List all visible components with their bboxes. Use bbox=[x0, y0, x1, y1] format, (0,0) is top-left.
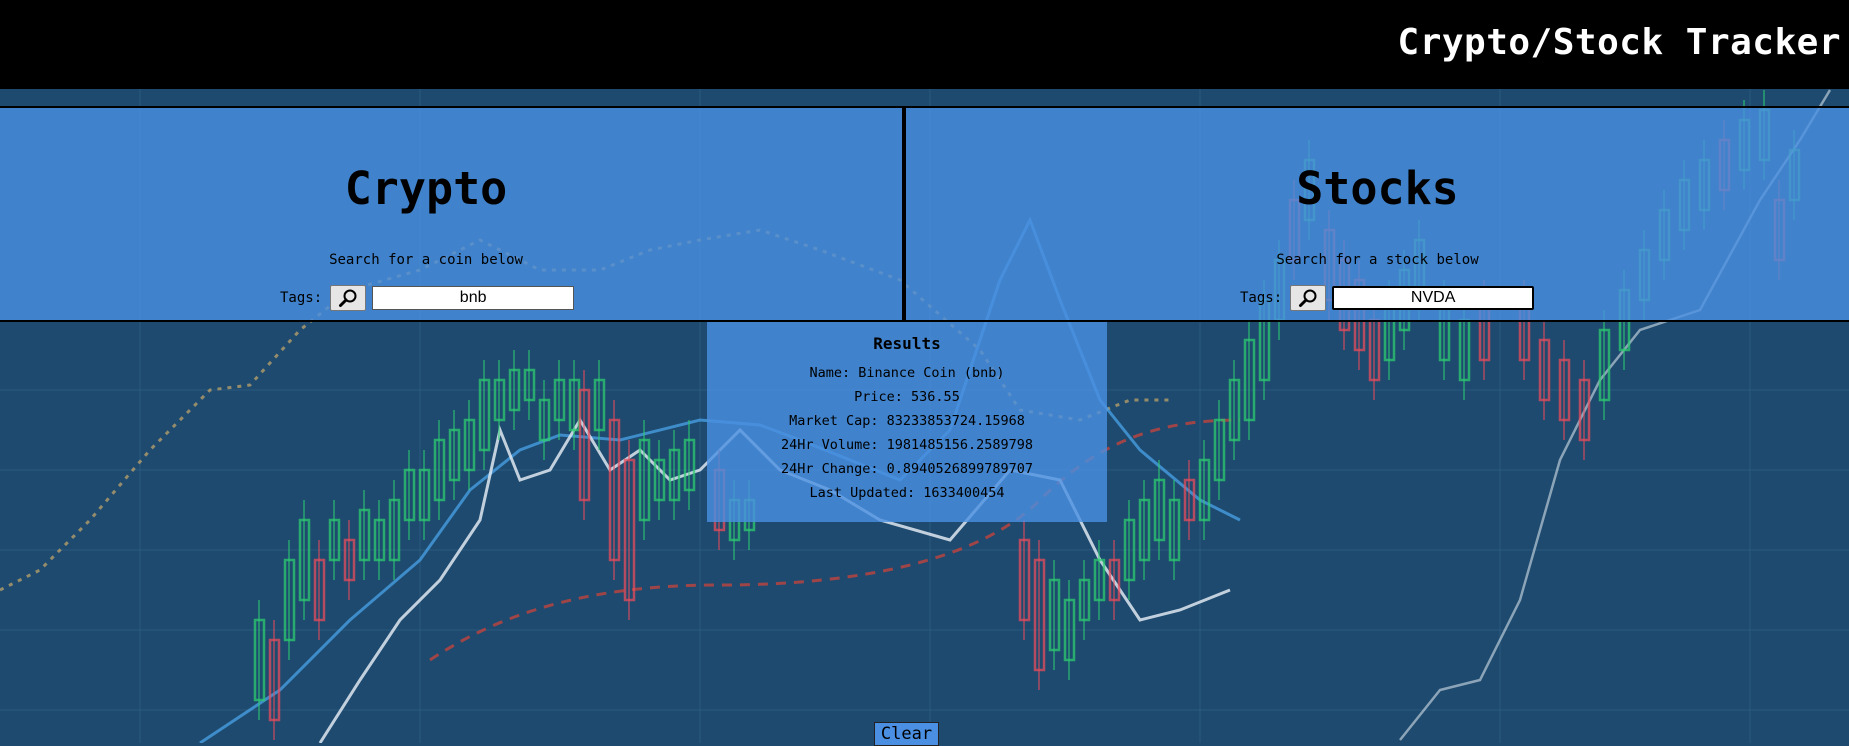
clear-button[interactable]: Clear bbox=[874, 722, 939, 746]
crypto-search-button[interactable] bbox=[330, 285, 367, 311]
crypto-search-hint: Search for a coin below bbox=[329, 252, 523, 268]
stocks-search-button[interactable] bbox=[1290, 285, 1327, 311]
result-price: Price: 536.55 bbox=[854, 389, 960, 405]
stocks-search-input[interactable] bbox=[1332, 286, 1535, 310]
result-24hr-change: 24Hr Change: 0.8940526899789707 bbox=[781, 461, 1033, 477]
app-title: Crypto/Stock Tracker bbox=[1397, 22, 1841, 63]
crypto-panel: Crypto Search for a coin below Tags: bbox=[0, 108, 906, 320]
crypto-search-input[interactable] bbox=[372, 286, 575, 310]
crypto-heading: Crypto bbox=[344, 162, 508, 215]
stocks-search-hint: Search for a stock below bbox=[1276, 252, 1479, 268]
search-panels: Crypto Search for a coin below Tags: Sto… bbox=[0, 106, 1849, 322]
stocks-tags-label: Tags: bbox=[1240, 290, 1283, 306]
result-24hr-volume: 24Hr Volume: 1981485156.2589798 bbox=[781, 437, 1033, 453]
stocks-search-row: Tags: bbox=[1240, 285, 1535, 311]
crypto-tags-label: Tags: bbox=[280, 290, 323, 306]
results-heading: Results bbox=[873, 334, 941, 353]
results-panel: Results Name: Binance Coin (bnb) Price: … bbox=[707, 322, 1107, 522]
top-header-bar: Crypto/Stock Tracker bbox=[0, 0, 1849, 89]
result-last-updated: Last Updated: 1633400454 bbox=[809, 485, 1005, 501]
stocks-heading: Stocks bbox=[1296, 162, 1459, 215]
result-name: Name: Binance Coin (bnb) bbox=[809, 365, 1005, 381]
result-market-cap: Market Cap: 83233853724.15968 bbox=[789, 413, 1025, 429]
crypto-search-row: Tags: bbox=[280, 285, 575, 311]
magnifier-icon bbox=[1299, 289, 1317, 307]
stocks-panel: Stocks Search for a stock below Tags: bbox=[906, 108, 1849, 320]
magnifier-icon bbox=[339, 289, 357, 307]
